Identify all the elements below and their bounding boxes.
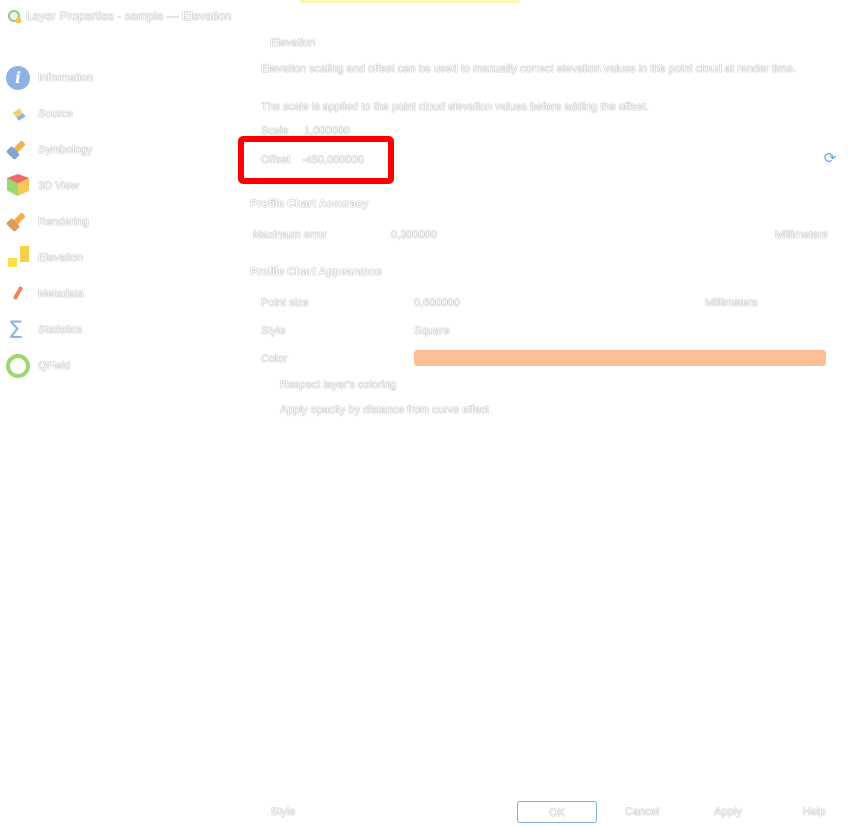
point-size-input[interactable]: 0,600000	[414, 297, 460, 309]
sidebar-item-label: Symbology	[38, 144, 93, 156]
paintbrush-icon	[4, 208, 32, 236]
sidebar-item-label: QField	[38, 360, 71, 372]
pencil-icon	[4, 280, 32, 308]
sidebar-item-label: Rendering	[38, 216, 89, 228]
info-icon: i	[4, 64, 32, 92]
accuracy-section-title: Profile Chart Accuracy	[250, 198, 369, 210]
style-select[interactable]: Square	[414, 325, 449, 337]
color-picker-button[interactable]	[414, 350, 826, 366]
qgis-logo-icon	[8, 10, 21, 23]
color-label: Color	[261, 353, 288, 365]
elevation-icon	[4, 244, 32, 272]
paintbrush-icon	[4, 136, 32, 164]
sidebar-item-label: 3D View	[38, 180, 79, 192]
source-icon	[4, 100, 32, 128]
sidebar-item-label: Elevation	[38, 252, 84, 264]
cube-icon	[4, 172, 32, 200]
appearance-section-title: Profile Chart Appearance	[250, 266, 382, 278]
respect-coloring-checkbox[interactable]: Respect layer's coloring	[280, 379, 396, 391]
scale-note: The scale is applied to the point cloud …	[261, 101, 649, 113]
ok-button[interactable]: OK	[517, 801, 597, 823]
sidebar-item-elevation[interactable]: Elevation	[4, 244, 234, 272]
window-titlebar: Layer Properties - sample — Elevation	[8, 8, 231, 24]
point-size-label: Point size	[261, 297, 309, 309]
sidebar-item-label: Metadata	[38, 288, 84, 300]
apply-opacity-checkbox[interactable]: Apply opacity by distance from curve eff…	[280, 404, 489, 416]
sidebar-item-metadata[interactable]: Metadata	[4, 280, 234, 308]
elevation-group-title: Elevation	[270, 37, 316, 49]
style-button[interactable]: Style	[256, 801, 310, 823]
point-size-unit-select[interactable]: Millimeters	[705, 297, 758, 309]
help-button[interactable]: Help	[792, 801, 836, 823]
sidebar-item-qfield[interactable]: QField	[4, 352, 234, 380]
style-label: Style	[261, 325, 286, 337]
sidebar-item-3d-view[interactable]: 3D View	[4, 172, 234, 200]
cancel-button[interactable]: Cancel	[612, 801, 672, 823]
sidebar-item-source[interactable]: Source	[4, 100, 234, 128]
sidebar-item-statistics[interactable]: Σ Statistics	[4, 316, 234, 344]
window-title: Layer Properties - sample — Elevation	[26, 9, 232, 23]
max-error-unit-select[interactable]: Millimeters	[775, 229, 828, 241]
refresh-icon[interactable]: ⟳	[823, 151, 837, 166]
max-error-input[interactable]: 0,300000	[391, 229, 437, 241]
title-accent-strip	[300, 0, 520, 3]
offset-highlight-box	[238, 136, 394, 184]
sidebar-item-rendering[interactable]: Rendering	[4, 208, 234, 236]
max-error-label: Maximum error	[253, 229, 327, 241]
apply-button[interactable]: Apply	[700, 801, 756, 823]
sidebar-item-label: Information	[38, 72, 94, 84]
sidebar-item-label: Statistics	[38, 324, 83, 336]
qfield-icon	[4, 352, 32, 380]
sigma-icon: Σ	[8, 316, 24, 344]
sidebar-item-label: Source	[38, 108, 73, 120]
sidebar-item-symbology[interactable]: Symbology	[4, 136, 234, 164]
sidebar-item-information[interactable]: i Information	[4, 64, 234, 92]
elevation-description: Elevation scaling and offset can be used…	[261, 63, 796, 75]
